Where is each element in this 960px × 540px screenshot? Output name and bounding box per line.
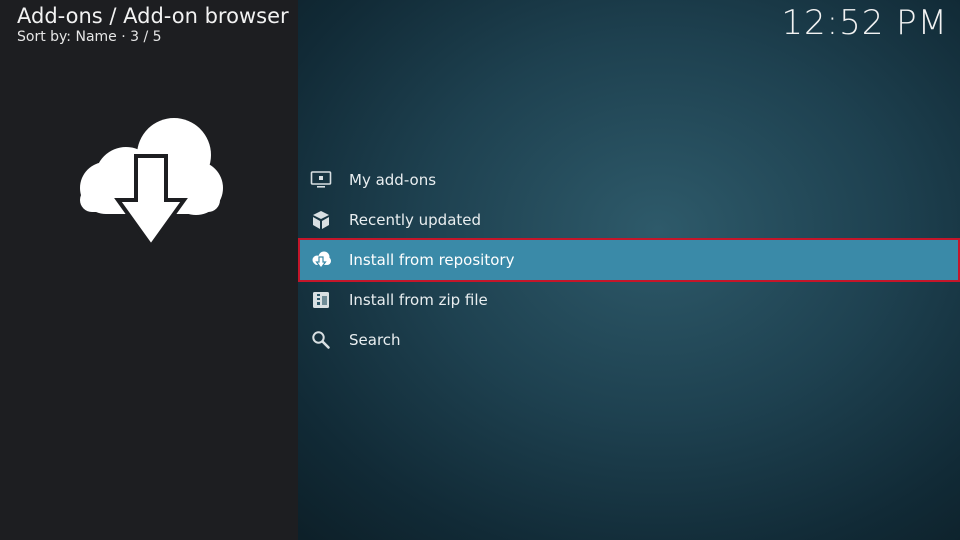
page-title: Add-ons / Add-on browser	[17, 4, 289, 28]
menu-item-label: My add-ons	[349, 171, 437, 189]
zip-file-icon	[310, 289, 332, 311]
menu-item-label: Install from repository	[349, 251, 515, 269]
menu-item-label: Install from zip file	[349, 291, 488, 309]
kodi-addon-browser: Add-ons / Add-on browser Sort by: Name ·…	[0, 0, 960, 540]
menu-item-my-addons[interactable]: My add-ons	[298, 160, 960, 200]
monitor-icon	[310, 169, 332, 191]
menu-item-install-from-zip[interactable]: Install from zip file	[298, 280, 960, 320]
addon-menu: My add-ons Recently updated Install from…	[298, 160, 960, 360]
menu-item-label: Recently updated	[349, 211, 482, 229]
cloud-download-icon	[310, 249, 332, 271]
menu-item-install-from-repository[interactable]: Install from repository	[298, 238, 960, 282]
clock: 12:52 PM	[781, 3, 948, 43]
sort-info: Sort by: Name · 3 / 5	[17, 29, 162, 45]
cloud-download-icon	[76, 110, 226, 250]
search-icon	[310, 329, 332, 351]
menu-item-search[interactable]: Search	[298, 320, 960, 360]
menu-item-label: Search	[349, 331, 401, 349]
menu-item-recently-updated[interactable]: Recently updated	[298, 200, 960, 240]
open-box-icon	[310, 209, 332, 231]
left-panel	[0, 0, 298, 540]
